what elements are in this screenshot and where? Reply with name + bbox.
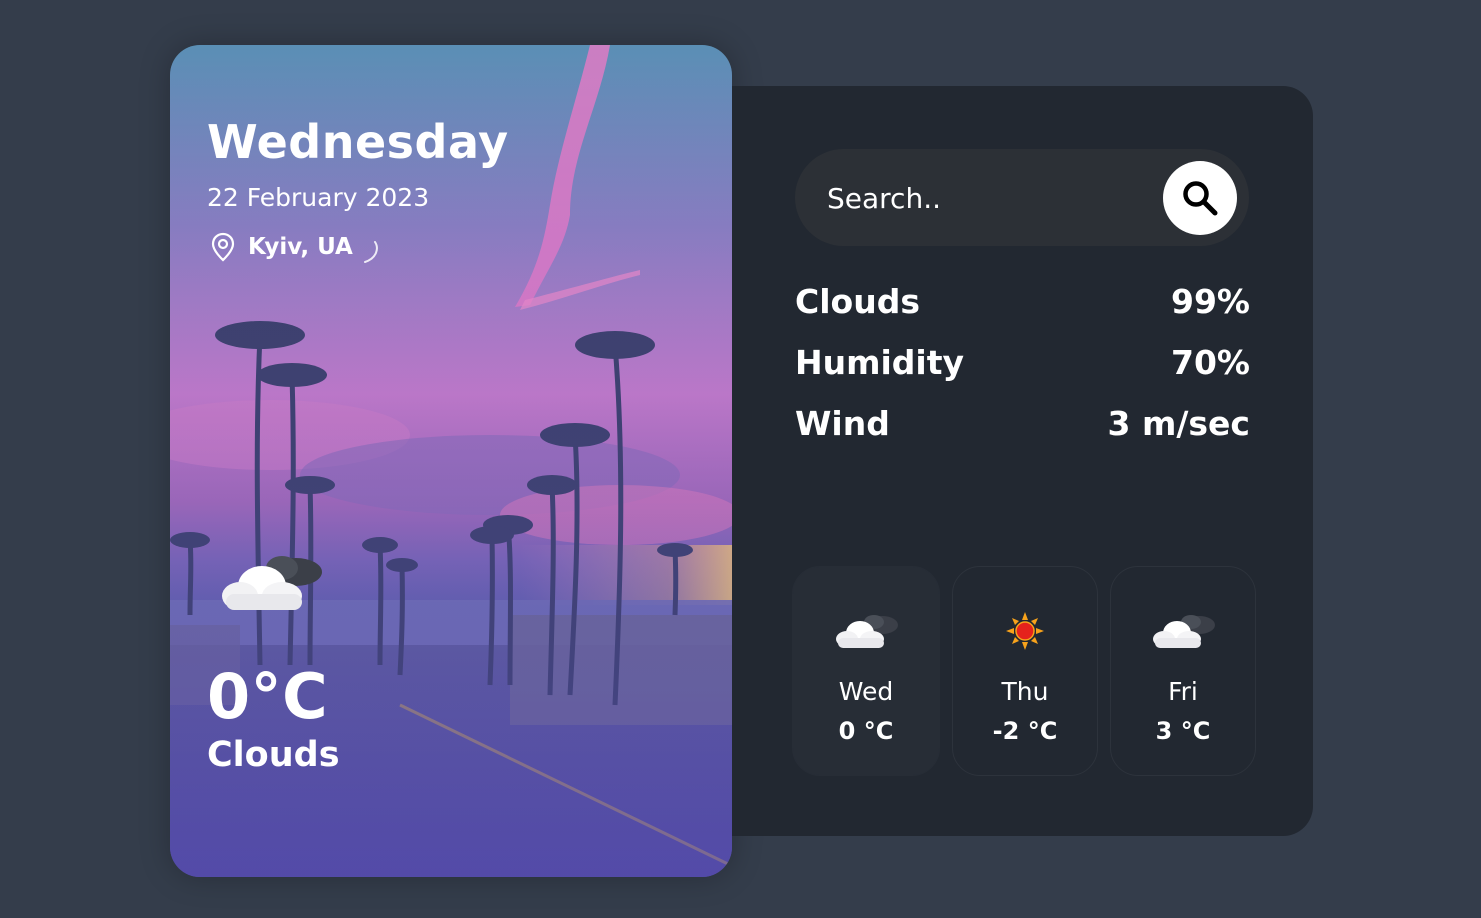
loading-spinner-icon [364, 241, 378, 263]
forecast-day-fri[interactable]: Fri 3 °C [1110, 566, 1256, 776]
stat-value: 70% [1171, 343, 1250, 382]
forecast-day-thu[interactable]: Thu -2 °C [952, 566, 1098, 776]
current-day: Wednesday [207, 115, 509, 169]
search-icon [1183, 181, 1218, 216]
cloud-icon [1153, 615, 1215, 648]
current-temperature: 0°C [207, 660, 329, 733]
weather-stats: Clouds 99% Humidity 70% Wind 3 m/sec [795, 271, 1250, 454]
forecast-day-temp: 3 °C [1155, 717, 1211, 745]
stat-label: Wind [795, 404, 890, 443]
location-label: Kyiv, UA [248, 234, 353, 260]
stat-row-wind: Wind 3 m/sec [795, 393, 1250, 454]
cloud-icon [222, 556, 322, 610]
current-condition: Clouds [207, 735, 340, 775]
stat-value: 99% [1171, 282, 1250, 321]
current-date: 22 February 2023 [207, 183, 430, 212]
weather-app: Wednesday 22 February 2023 Kyiv, UA 0°C … [0, 0, 1481, 918]
forecast-day-name: Wed [838, 677, 894, 706]
stat-label: Clouds [795, 282, 920, 321]
stat-label: Humidity [795, 343, 965, 382]
forecast-day-temp: 0 °C [838, 717, 894, 745]
search-input[interactable] [825, 149, 1149, 248]
location: Kyiv, UA [210, 232, 353, 262]
details-panel: Clouds 99% Humidity 70% Wind 3 m/sec [732, 86, 1313, 836]
stat-row-humidity: Humidity 70% [795, 332, 1250, 393]
forecast-day-wed[interactable]: Wed 0 °C [792, 566, 940, 776]
current-weather-card: Wednesday 22 February 2023 Kyiv, UA 0°C … [170, 45, 732, 877]
cloud-icon [836, 615, 898, 648]
location-pin-icon [211, 232, 235, 262]
stat-row-clouds: Clouds 99% [795, 271, 1250, 332]
search-bar [795, 149, 1249, 248]
forecast-day-name: Fri [1168, 677, 1198, 706]
forecast-day-temp: -2 °C [992, 717, 1058, 745]
forecast-list: Wed 0 °C Thu -2 °C Fri 3 °C [792, 566, 1256, 776]
search-button[interactable] [1163, 161, 1237, 235]
sun-icon [1006, 612, 1044, 650]
stat-value: 3 m/sec [1107, 404, 1250, 443]
forecast-day-name: Thu [1001, 677, 1049, 706]
